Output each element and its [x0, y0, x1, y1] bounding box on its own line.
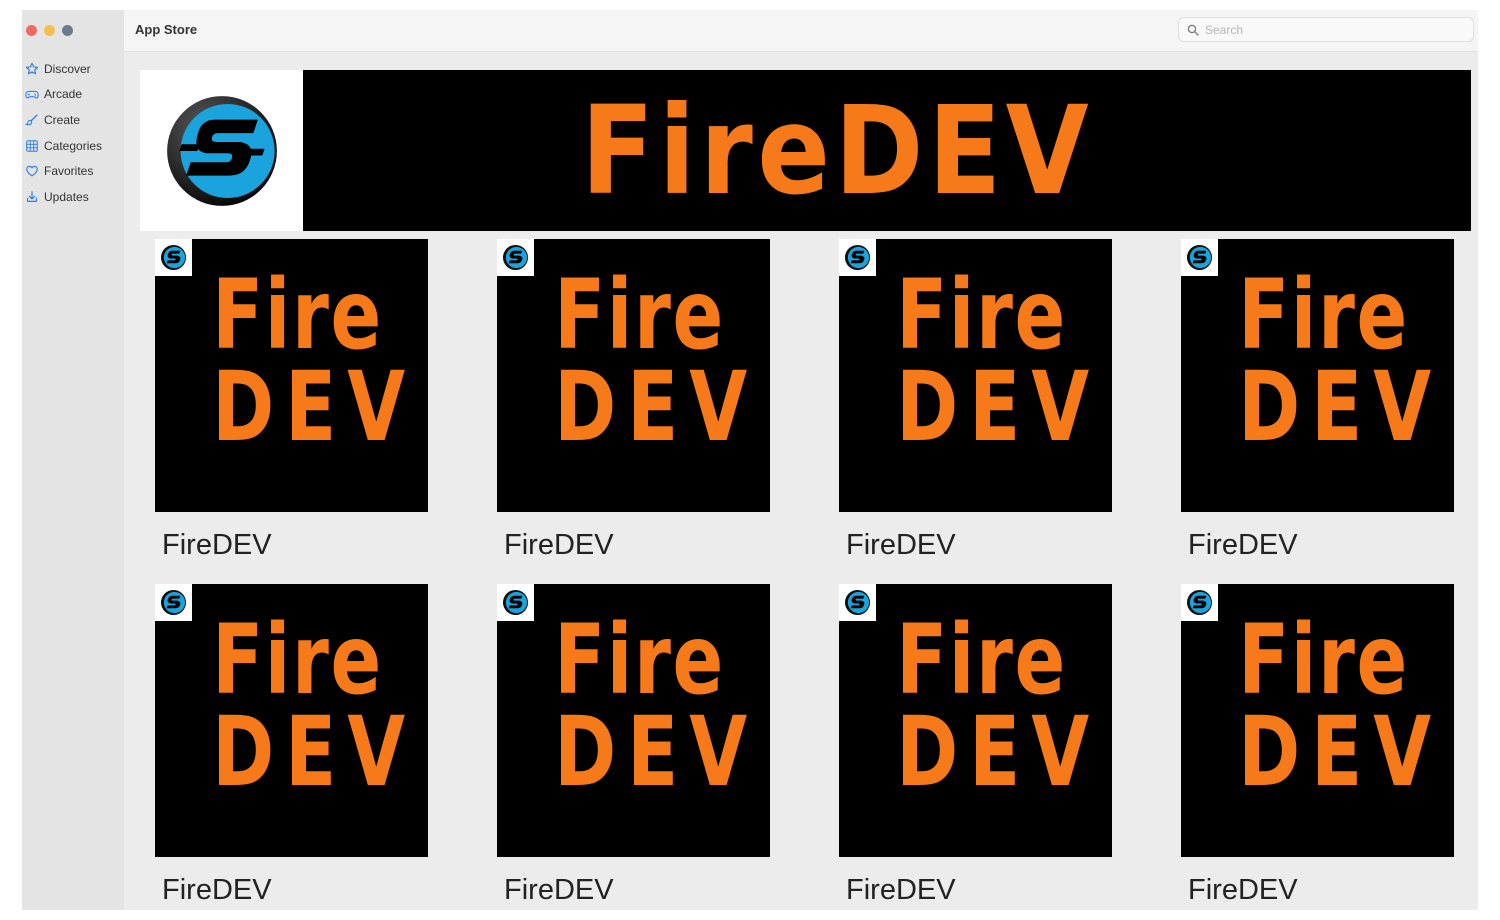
app-thumbnail-text: Fire DEV	[189, 259, 417, 463]
app-thumbnail: Fire DEV	[1181, 239, 1454, 512]
app-thumbnail: Fire DEV	[155, 239, 428, 512]
app-thumbnail-line2: DEV	[554, 351, 759, 463]
zoom-window-button[interactable]	[62, 25, 73, 36]
app-thumbnail: Fire DEV	[497, 584, 770, 857]
s-logo-icon	[839, 584, 876, 621]
app-thumbnail-text: Fire DEV	[1215, 259, 1443, 463]
sidebar-item-label: Updates	[44, 189, 89, 204]
sidebar-item-favorites[interactable]: Favorites	[22, 158, 124, 184]
star-icon	[25, 62, 39, 76]
app-name[interactable]: FireDEV	[846, 529, 956, 562]
sidebar-item-create[interactable]: Create	[22, 107, 124, 133]
app-thumbnail-line2: DEV	[1238, 351, 1443, 463]
sidebar: Discover Arcade Create Categories Favori…	[22, 10, 124, 910]
app-window: Discover Arcade Create Categories Favori…	[22, 10, 1478, 910]
minimize-window-button[interactable]	[44, 25, 55, 36]
brush-icon	[25, 113, 39, 127]
sidebar-item-label: Arcade	[44, 87, 83, 102]
s-logo-icon	[1181, 239, 1218, 276]
app-thumbnail-line2: DEV	[212, 696, 417, 808]
featured-banner[interactable]: FireDEV	[140, 70, 1471, 231]
sidebar-item-label: Create	[44, 112, 81, 127]
app-thumbnail-line1: Fire	[1238, 259, 1409, 371]
sidebar-item-updates[interactable]: Updates	[22, 184, 124, 210]
sidebar-item-categories[interactable]: Categories	[22, 133, 124, 159]
sidebar-nav: Discover Arcade Create Categories Favori…	[22, 56, 124, 210]
search-field[interactable]	[1178, 17, 1474, 42]
app-thumbnail-text: Fire DEV	[873, 259, 1101, 463]
app-name[interactable]: FireDEV	[1188, 874, 1298, 907]
close-window-button[interactable]	[26, 25, 37, 36]
grid-icon	[25, 139, 39, 153]
app-thumbnail-line1: Fire	[554, 259, 725, 371]
app-thumbnail: Fire DEV	[839, 584, 1112, 857]
download-icon	[25, 190, 39, 204]
app-thumbnail-line2: DEV	[1238, 696, 1443, 808]
app-thumbnail-text: Fire DEV	[531, 604, 759, 808]
title-bar: App Store	[124, 10, 1478, 52]
sidebar-item-discover[interactable]: Discover	[22, 56, 124, 82]
app-thumbnail-text: Fire DEV	[873, 604, 1101, 808]
search-input[interactable]	[1205, 22, 1465, 37]
s-logo-icon	[497, 584, 534, 621]
app-thumbnail-line1: Fire	[896, 259, 1067, 371]
app-title: App Store	[135, 22, 198, 37]
app-name[interactable]: FireDEV	[1188, 529, 1298, 562]
app-thumbnail-text: Fire DEV	[189, 604, 417, 808]
hero-title-text: FireDEV	[580, 79, 1094, 222]
app-name[interactable]: FireDEV	[162, 529, 272, 562]
sidebar-item-arcade[interactable]: Arcade	[22, 82, 124, 108]
app-thumbnail: Fire DEV	[155, 584, 428, 857]
gamepad-icon	[25, 87, 39, 101]
s-logo-icon	[155, 239, 192, 276]
sidebar-item-label: Favorites	[44, 164, 94, 179]
heart-icon	[25, 164, 39, 178]
s-logo-icon	[155, 584, 192, 621]
app-thumbnail-line1: Fire	[1238, 604, 1409, 716]
app-name[interactable]: FireDEV	[504, 874, 614, 907]
app-name[interactable]: FireDEV	[846, 874, 956, 907]
app-thumbnail-line1: Fire	[896, 604, 1067, 716]
s-logo-icon	[1181, 584, 1218, 621]
app-thumbnail: Fire DEV	[1181, 584, 1454, 857]
search-icon	[1187, 24, 1199, 36]
sidebar-item-label: Categories	[44, 138, 103, 153]
s-logo-icon	[140, 70, 303, 231]
app-thumbnail-line1: Fire	[554, 604, 725, 716]
app-thumbnail-text: Fire DEV	[531, 259, 759, 463]
app-thumbnail-line1: Fire	[212, 604, 383, 716]
app-thumbnail: Fire DEV	[497, 239, 770, 512]
s-logo-icon	[497, 239, 534, 276]
app-name[interactable]: FireDEV	[504, 529, 614, 562]
app-thumbnail-line2: DEV	[554, 696, 759, 808]
app-thumbnail-line1: Fire	[212, 259, 383, 371]
hero-title: FireDEV	[303, 70, 1471, 231]
traffic-lights	[26, 25, 73, 36]
app-thumbnail-line2: DEV	[896, 351, 1101, 463]
s-logo-icon	[839, 239, 876, 276]
app-thumbnail-line2: DEV	[896, 696, 1101, 808]
app-thumbnail-text: Fire DEV	[1215, 604, 1443, 808]
app-thumbnail: Fire DEV	[839, 239, 1112, 512]
app-thumbnail-line2: DEV	[212, 351, 417, 463]
sidebar-item-label: Discover	[44, 61, 91, 76]
app-name[interactable]: FireDEV	[162, 874, 272, 907]
